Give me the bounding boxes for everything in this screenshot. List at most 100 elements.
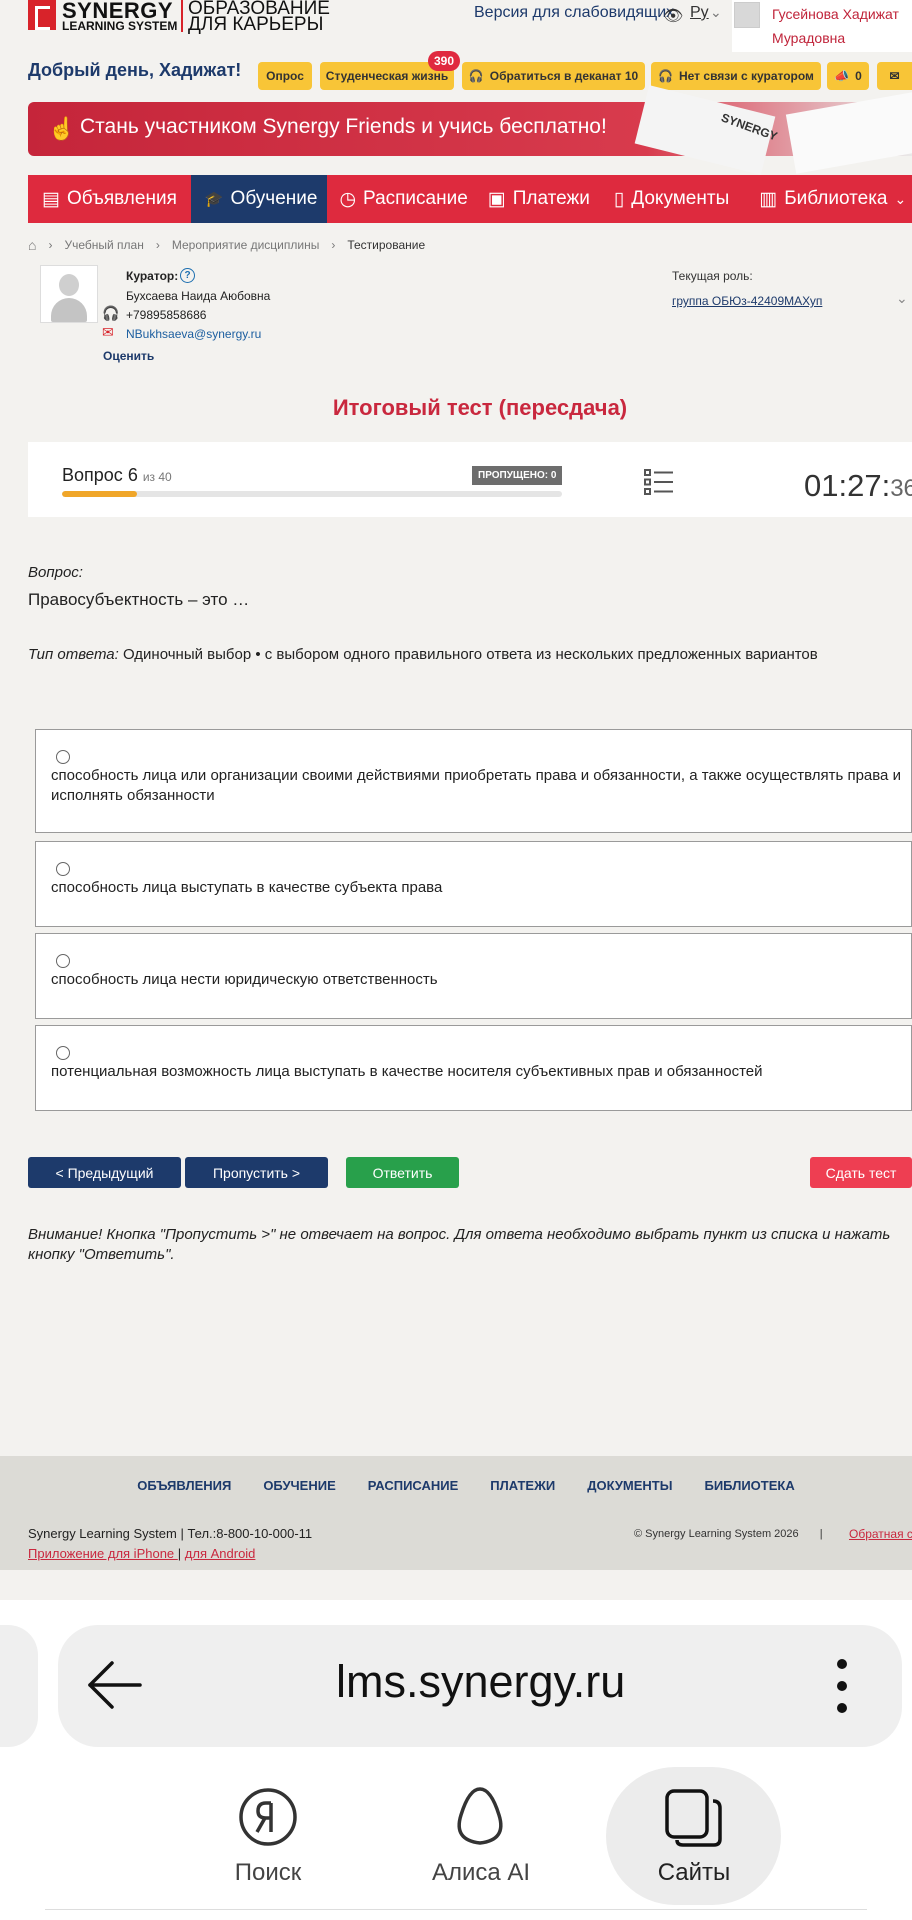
answer-radio[interactable] (56, 862, 70, 876)
answer-option-text[interactable]: способность лица выступать в качестве су… (51, 878, 911, 898)
home-icon[interactable]: ⌂ (28, 237, 36, 253)
mail-button[interactable]: ✉ (877, 62, 912, 90)
no-curator-contact-button[interactable]: 🎧 Нет связи с куратором (651, 62, 821, 90)
test-timer: 01:27:36 (804, 468, 912, 504)
back-arrow-icon[interactable] (86, 1656, 144, 1714)
answer-option-text[interactable]: потенциальная возможность лица выступать… (51, 1062, 911, 1082)
yandex-icon[interactable] (238, 1787, 298, 1847)
nav-item-label: Обучение (230, 188, 318, 209)
chevron-right-icon: › (331, 238, 336, 252)
dock-label-search[interactable]: Поиск (168, 1859, 368, 1887)
student-life-label: Студенческая жизнь (325, 69, 449, 83)
answer-type: Тип ответа: Одиночный выбор • с выбором … (28, 646, 818, 663)
answer-radio[interactable] (56, 954, 70, 968)
no-contact-label: Нет связи с куратором (679, 69, 814, 83)
chevron-down-icon[interactable]: ⌄ (896, 290, 908, 307)
nav-item-label: Платежи (512, 188, 590, 209)
synergy-logo-icon[interactable] (28, 0, 56, 30)
answer-option[interactable]: способность лица или организации своими … (35, 729, 912, 833)
eye-icon[interactable]: 👁 (663, 6, 683, 26)
progress-bar-fill (62, 491, 137, 497)
skip-button[interactable]: Пропустить > (185, 1157, 328, 1188)
role-label: Текущая роль: (672, 269, 753, 283)
answer-radio[interactable] (56, 1046, 70, 1060)
answer-button[interactable]: Ответить (346, 1157, 459, 1188)
question-total: из 40 (142, 470, 172, 484)
progress-bar (62, 491, 562, 497)
timer-seconds: 36 (890, 475, 912, 502)
page-title: Итоговый тест (пересдача) (332, 395, 628, 420)
footer-separator: | (177, 1546, 185, 1561)
chevron-down-icon[interactable]: ⌄ (710, 4, 722, 21)
deanery-button[interactable]: 🎧 Обратиться в деканат 10 (462, 62, 645, 90)
skipped-badge: ПРОПУЩЕНО: 0 (472, 466, 563, 485)
answer-option-text[interactable]: способность лица нести юридическую ответ… (51, 970, 911, 990)
tabs-icon[interactable] (663, 1787, 725, 1849)
feedback-link[interactable]: Обратная связь (849, 1527, 912, 1541)
help-icon[interactable]: ? (180, 268, 195, 283)
submit-test-button[interactable]: Сдать тест (810, 1157, 912, 1188)
user-name[interactable]: Гусейнова Хадижат (772, 6, 899, 22)
low-vision-link[interactable]: Версия для слабовидящих (474, 4, 674, 22)
skip-warning-text: Внимание! Кнопка "Пропустить >" не отвеч… (28, 1226, 891, 1263)
announcements-button[interactable]: 📣 0 (827, 62, 869, 90)
nav-item-library[interactable]: ▥ Библиотека ⌄ (749, 175, 906, 223)
survey-label: Опрос (266, 69, 304, 83)
mail-icon: ✉ (102, 324, 114, 340)
footer-company: Synergy Learning System | Тел.:8-800-10-… (28, 1526, 313, 1541)
announcements-count: 0 (855, 69, 862, 83)
footer-link-learning[interactable]: ОБУЧЕНИЕ (263, 1478, 335, 1493)
nav-item-label: Библиотека (784, 188, 888, 209)
nav-item-label: Документы (631, 188, 730, 209)
iphone-app-link[interactable]: Приложение для iPhone (28, 1546, 178, 1561)
footer-link-library[interactable]: БИБЛИОТЕКА (704, 1478, 794, 1493)
logo-divider (181, 0, 183, 32)
nav-item-payments[interactable]: ▣ Платежи (478, 175, 600, 223)
more-vertical-icon[interactable] (830, 1658, 854, 1714)
android-app-link[interactable]: для Android (185, 1546, 256, 1561)
breadcrumb-item[interactable]: Мероприятие дисциплины (172, 238, 319, 252)
nav-item-announcements[interactable]: ▤ Объявления (28, 175, 191, 223)
answer-type-value: Одиночный выбор • с выбором одного прави… (118, 646, 818, 663)
banner-text[interactable]: Стань участником Synergy Friends и учись… (80, 115, 607, 139)
avatar[interactable] (734, 2, 760, 28)
language-selector[interactable]: Ру (690, 4, 709, 22)
role-selector[interactable]: группа ОБЮз-42409МАХуп (672, 294, 822, 308)
main-nav: ▤ Объявления 🎓 Обучение ◷ Расписание ▣ П… (28, 175, 912, 223)
answer-option-text[interactable]: способность лица или организации своими … (51, 766, 911, 806)
dock-label-sites[interactable]: Сайты (594, 1859, 794, 1887)
question-number: 6 (127, 465, 138, 485)
headset-icon: 🎧 (102, 305, 120, 321)
footer-link-payments[interactable]: ПЛАТЕЖИ (490, 1478, 555, 1493)
nav-item-documents[interactable]: ▯ Документы (600, 175, 749, 223)
alice-icon[interactable] (449, 1785, 511, 1847)
answer-option[interactable]: потенциальная возможность лица выступать… (35, 1025, 912, 1111)
survey-button[interactable]: Опрос (258, 62, 312, 90)
nav-item-learning[interactable]: 🎓 Обучение (190, 175, 328, 223)
footer-link-schedule[interactable]: РАСПИСАНИЕ (368, 1478, 459, 1493)
footer-apps: Приложение для iPhone | для Android (28, 1546, 255, 1561)
dock-label-alice[interactable]: Алиса AI (381, 1859, 581, 1887)
breadcrumb-item[interactable]: Учебный план (64, 238, 143, 252)
url-text[interactable]: lms.synergy.ru (336, 1656, 625, 1708)
footer-link-documents[interactable]: ДОКУМЕНТЫ (587, 1478, 672, 1493)
question-list-icon[interactable] (644, 468, 674, 496)
curator-email-link[interactable]: NBukhsaeva@synergy.ru (126, 327, 261, 341)
curator-name: Бухсаева Наида Аюбовна (126, 289, 271, 303)
rate-curator-link[interactable]: Оценить (103, 349, 154, 363)
chevron-right-icon: › (155, 238, 160, 252)
nav-item-label: Объявления (66, 188, 177, 209)
footer-link-announcements[interactable]: ОБЪЯВЛЕНИЯ (137, 1478, 231, 1493)
nav-item-label: Расписание (363, 188, 468, 209)
previous-button[interactable]: < Предыдущий (28, 1157, 181, 1188)
curator-phone: +79895858686 (126, 308, 207, 322)
logo-slogan-line2: ДЛЯ КАРЬЕРЫ (188, 14, 324, 35)
footer-nav: ОБЪЯВЛЕНИЯ ОБУЧЕНИЕ РАСПИСАНИЕ ПЛАТЕЖИ Д… (0, 1478, 912, 1493)
nav-item-schedule[interactable]: ◷ Расписание (327, 175, 477, 223)
previous-tab-edge[interactable] (0, 1625, 38, 1747)
answer-radio[interactable] (56, 750, 70, 764)
answer-option[interactable]: способность лица выступать в качестве су… (35, 841, 912, 927)
headset-icon: 🎧 (658, 69, 673, 83)
user-patronymic[interactable]: Мурадовна (772, 30, 845, 46)
answer-option[interactable]: способность лица нести юридическую ответ… (35, 933, 912, 1019)
